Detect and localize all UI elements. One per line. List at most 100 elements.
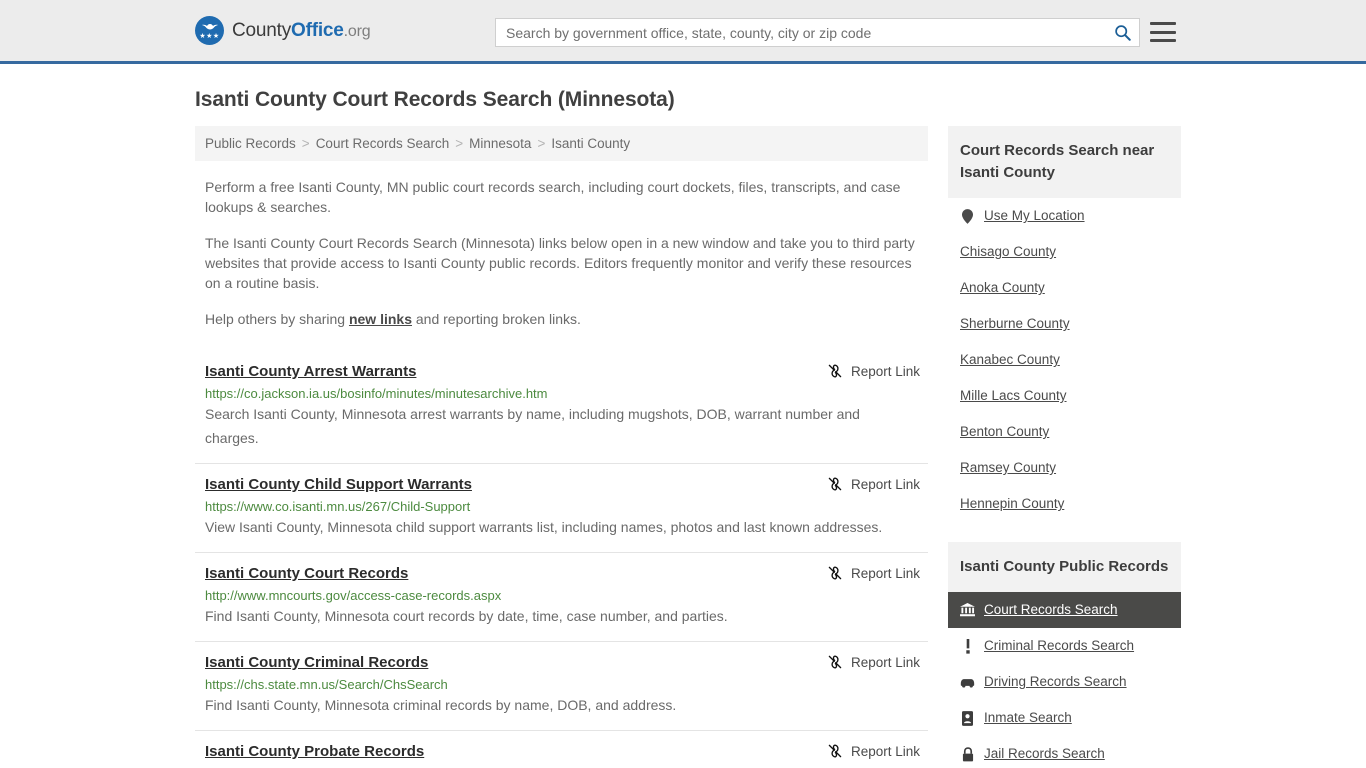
- list-item: Anoka County: [948, 270, 1181, 306]
- sidebar-item-inmate-search[interactable]: Inmate Search: [948, 700, 1181, 736]
- hamburger-menu-icon-bar: [1150, 39, 1176, 42]
- intro-paragraph-1: Perform a free Isanti County, MN public …: [205, 179, 901, 215]
- brand-part-org: .org: [343, 22, 371, 40]
- broken-link-icon: [828, 655, 842, 669]
- brand-part-office: Office: [291, 19, 344, 41]
- intro-paragraph-3: Help others by sharing new links and rep…: [205, 309, 917, 329]
- result-title-link[interactable]: Isanti County Criminal Records: [205, 654, 428, 671]
- report-link-button[interactable]: Report Link: [827, 654, 920, 670]
- list-item: Hennepin County: [948, 486, 1181, 522]
- page-title: Isanti County Court Records Search (Minn…: [195, 88, 675, 111]
- report-link-label: Report Link: [850, 476, 920, 492]
- sidebar-item-use-my-location[interactable]: Use My Location: [948, 198, 1181, 234]
- result-title-link[interactable]: Isanti County Child Support Warrants: [205, 476, 472, 493]
- sidebar-item-mille-lacs-county[interactable]: Mille Lacs County: [948, 378, 1181, 414]
- result-url: https://co.jackson.ia.us/bosinfo/minutes…: [205, 386, 548, 401]
- report-link-button[interactable]: Report Link: [827, 565, 920, 581]
- result-url: http://www.mncourts.gov/access-case-reco…: [205, 588, 502, 603]
- page-body: Isanti County Court Records Search (Minn…: [0, 88, 1366, 768]
- sidebar-item-label: Jail Records Search: [984, 746, 1105, 761]
- list-item: Kanabec County: [948, 342, 1181, 378]
- sidebar-item-benton-county[interactable]: Benton County: [948, 414, 1181, 450]
- eagle-glyph: [201, 24, 218, 30]
- list-item: Driving Records Search: [948, 664, 1181, 700]
- hamburger-menu-icon-bar: [1150, 30, 1176, 34]
- report-link-button[interactable]: Report Link: [827, 363, 920, 379]
- sidebar-item-label: Court Records Search: [984, 602, 1118, 617]
- broken-link-icon: [828, 744, 842, 758]
- brand-text: CountyOffice.org: [232, 19, 371, 42]
- brand-part-county: County: [232, 19, 292, 41]
- sidebar-heading-public-records: Isanti County Public Records: [948, 542, 1181, 592]
- result-item: Isanti County Court Records Report Link …: [195, 552, 928, 641]
- search-input[interactable]: [496, 19, 1105, 46]
- breadcrumb-item-public-records[interactable]: Public Records: [205, 136, 296, 151]
- list-item: Benton County: [948, 414, 1181, 450]
- report-link-button[interactable]: Report Link: [827, 743, 920, 759]
- result-description: View Isanti County, Minnesota child supp…: [205, 519, 883, 535]
- result-item: Isanti County Criminal Records Report Li…: [195, 641, 928, 730]
- list-item: Sherburne County: [948, 306, 1181, 342]
- breadcrumb-item-isanti-county[interactable]: Isanti County: [551, 136, 630, 151]
- result-title-link[interactable]: Isanti County Court Records: [205, 565, 408, 582]
- site-logo[interactable]: ★★★ CountyOffice.org: [195, 16, 371, 45]
- sidebar-item-ramsey-county[interactable]: Ramsey County: [948, 450, 1181, 486]
- three-stars-glyph: ★★★: [199, 33, 220, 40]
- intro-p3-before: Help others by sharing: [205, 311, 349, 327]
- result-url: https://chs.state.mn.us/Search/ChsSearch: [205, 677, 448, 692]
- sidebar-item-jail-records-search[interactable]: Jail Records Search: [948, 736, 1181, 768]
- main-content: Public Records > Court Records Search > …: [195, 126, 928, 768]
- report-link-button[interactable]: Report Link: [827, 476, 920, 492]
- search-icon: [1114, 25, 1131, 41]
- report-link-label: Report Link: [850, 565, 920, 581]
- result-title-link[interactable]: Isanti County Probate Records: [205, 743, 424, 760]
- list-item: Criminal Records Search: [948, 628, 1181, 664]
- sidebar-item-driving-records-search[interactable]: Driving Records Search: [948, 664, 1181, 700]
- courthouse-icon: [960, 602, 975, 618]
- report-link-label: Report Link: [850, 363, 920, 379]
- sidebar-item-label: Inmate Search: [984, 710, 1072, 725]
- sidebar-item-label: Hennepin County: [960, 496, 1065, 511]
- list-item: Mille Lacs County: [948, 378, 1181, 414]
- sidebar-public-records-list: Court Records Search Criminal Records Se…: [948, 592, 1181, 768]
- result-description: Find Isanti County, Minnesota criminal r…: [205, 697, 677, 713]
- breadcrumb-item-minnesota[interactable]: Minnesota: [469, 136, 531, 151]
- hamburger-menu-icon-bar: [1150, 22, 1176, 25]
- breadcrumb-item-court-records-search[interactable]: Court Records Search: [316, 136, 450, 151]
- sidebar-item-anoka-county[interactable]: Anoka County: [948, 270, 1181, 306]
- car-icon: [960, 674, 975, 690]
- list-item: Use My Location: [948, 198, 1181, 234]
- sidebar-item-label: Ramsey County: [960, 460, 1057, 475]
- results-list: Isanti County Arrest Warrants Report Lin…: [195, 351, 928, 768]
- sidebar-item-sherburne-county[interactable]: Sherburne County: [948, 306, 1181, 342]
- sidebar-heading-nearby: Court Records Search near Isanti County: [948, 126, 1181, 198]
- result-item: Isanti County Probate Records Report Lin…: [195, 730, 928, 768]
- search-button[interactable]: [1105, 19, 1139, 46]
- sidebar-item-hennepin-county[interactable]: Hennepin County: [948, 486, 1181, 522]
- list-item: Jail Records Search: [948, 736, 1181, 768]
- sidebar-item-chisago-county[interactable]: Chisago County: [948, 234, 1181, 270]
- result-description: Find Isanti County, Minnesota court reco…: [205, 608, 728, 624]
- broken-link-icon: [828, 566, 842, 580]
- content-layout: Public Records > Court Records Search > …: [195, 126, 1181, 768]
- sidebar-item-criminal-records-search[interactable]: Criminal Records Search: [948, 628, 1181, 664]
- search-bar: [495, 18, 1140, 47]
- intro-paragraph-2: The Isanti County Court Records Search (…: [205, 235, 915, 291]
- exclamation-icon: [960, 638, 975, 654]
- breadcrumb: Public Records > Court Records Search > …: [195, 126, 928, 161]
- new-links-link[interactable]: new links: [349, 311, 412, 327]
- sidebar-item-kanabec-county[interactable]: Kanabec County: [948, 342, 1181, 378]
- list-item: Inmate Search: [948, 700, 1181, 736]
- sidebar-nearby-list: Use My Location Chisago County Anoka Cou…: [948, 198, 1181, 522]
- hamburger-menu-button[interactable]: [1150, 20, 1176, 44]
- list-item: Ramsey County: [948, 450, 1181, 486]
- result-title-link[interactable]: Isanti County Arrest Warrants: [205, 363, 416, 380]
- sidebar-item-label: Mille Lacs County: [960, 388, 1067, 403]
- result-item: Isanti County Child Support Warrants Rep…: [195, 463, 928, 552]
- sidebar-item-label: Kanabec County: [960, 352, 1060, 367]
- report-link-label: Report Link: [850, 654, 920, 670]
- result-item: Isanti County Arrest Warrants Report Lin…: [195, 351, 928, 463]
- broken-link-icon: [828, 364, 842, 378]
- sidebar-item-court-records-search[interactable]: Court Records Search: [948, 592, 1181, 628]
- sidebar-item-label: Driving Records Search: [984, 674, 1127, 689]
